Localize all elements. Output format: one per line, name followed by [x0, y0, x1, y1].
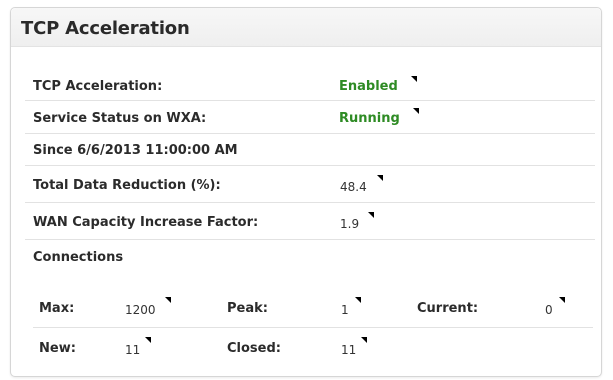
closed-label: Closed:	[227, 341, 281, 356]
closed-value: 11	[341, 343, 357, 357]
tcp-acceleration-value[interactable]: Enabled	[339, 79, 398, 94]
connections-line-2: New: 11 Closed: 11	[33, 329, 593, 365]
service-status-row: Service Status on WXA: Running	[25, 102, 595, 134]
panel-title: TCP Acceleration	[21, 18, 190, 39]
total-data-reduction-label: Total Data Reduction (%):	[33, 178, 221, 193]
since-label: Since 6/6/2013 11:00:00 AM	[33, 143, 238, 158]
new-dropdown-icon[interactable]	[145, 337, 151, 343]
service-status-dropdown-icon[interactable]	[413, 108, 419, 114]
tcp-acceleration-row: TCP Acceleration: Enabled	[25, 70, 595, 101]
connections-row: Connections	[25, 241, 595, 289]
peak-value: 1	[341, 303, 349, 317]
wan-capacity-dropdown-icon[interactable]	[368, 212, 374, 218]
wan-capacity-row: WAN Capacity Increase Factor: 1.9	[25, 204, 595, 240]
new-label: New:	[39, 341, 76, 356]
current-value: 0	[545, 303, 553, 317]
current-dropdown-icon[interactable]	[559, 297, 565, 303]
tcp-acceleration-panel: TCP Acceleration TCP Acceleration: Enabl…	[10, 7, 602, 377]
current-label: Current:	[417, 301, 479, 316]
peak-label: Peak:	[227, 301, 268, 316]
max-dropdown-icon[interactable]	[165, 297, 171, 303]
max-label: Max:	[39, 301, 75, 316]
connections-line-1: Max: 1200 Peak: 1 Current: 0	[33, 289, 593, 328]
tcp-acceleration-dropdown-icon[interactable]	[411, 76, 417, 82]
closed-dropdown-icon[interactable]	[361, 337, 367, 343]
connections-label: Connections	[33, 250, 124, 265]
since-row: Since 6/6/2013 11:00:00 AM	[25, 135, 595, 166]
wan-capacity-label: WAN Capacity Increase Factor:	[33, 215, 259, 230]
total-data-reduction-value: 48.4	[340, 180, 367, 194]
wan-capacity-value: 1.9	[340, 217, 360, 231]
new-value: 11	[125, 343, 141, 357]
tcp-acceleration-label: TCP Acceleration:	[33, 79, 163, 94]
max-value: 1200	[125, 303, 156, 317]
service-status-label: Service Status on WXA:	[33, 111, 207, 126]
total-data-reduction-dropdown-icon[interactable]	[377, 175, 383, 181]
peak-dropdown-icon[interactable]	[355, 297, 361, 303]
panel-header: TCP Acceleration	[11, 8, 601, 47]
total-data-reduction-row: Total Data Reduction (%): 48.4	[25, 167, 595, 203]
service-status-value[interactable]: Running	[339, 111, 400, 126]
